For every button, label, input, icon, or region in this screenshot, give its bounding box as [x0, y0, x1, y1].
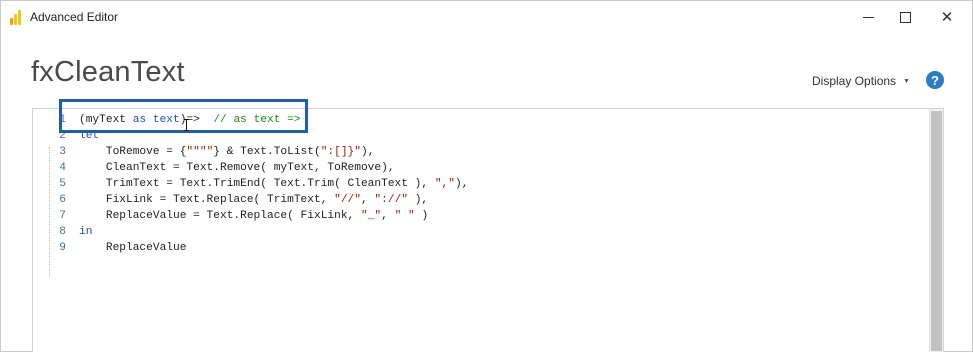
minimize-icon [862, 16, 874, 18]
code-text: ReplaceValue = Text.Replace( FixLink, "_… [79, 208, 428, 224]
maximize-button[interactable] [890, 5, 920, 29]
code-token-plain: CleanText = Text.Remove( myText, ToRemov… [79, 162, 395, 174]
code-token-plain: ReplaceValue = Text.Replace( FixLink, [79, 210, 361, 222]
close-icon: ✕ [940, 9, 954, 26]
code-editor[interactable]: 1 (myText as text)=> // as text => 2 let 3 T… [32, 108, 944, 352]
highlight-annotation-box [59, 99, 308, 133]
code-token-plain: TrimText = Text.TrimEnd( Text.Trim( Clea… [79, 178, 435, 190]
code-text: FixLink = Text.Replace( TrimText, "//", … [79, 192, 428, 208]
code-token-keyword: in [79, 226, 93, 238]
code-token-plain: ), [454, 178, 469, 190]
code-token-plain: , [360, 194, 375, 206]
code-token-plain: FixLink = Text.Replace( TrimText, [79, 194, 335, 206]
code-line[interactable]: 6 FixLink = Text.Replace( TrimText, "//"… [33, 192, 923, 208]
code-token-plain: ), [408, 194, 429, 206]
code-line[interactable]: 7 ReplaceValue = Text.Replace( FixLink, … [33, 208, 923, 224]
code-token-string: "," [434, 178, 455, 190]
code-line[interactable]: 9 ReplaceValue [33, 240, 923, 256]
help-icon[interactable]: ? [926, 71, 944, 89]
display-options-label: Display Options [812, 74, 897, 88]
code-token-string: """" [186, 146, 214, 158]
chevron-down-icon: ▼ [903, 77, 910, 85]
query-name-title: fxCleanText [31, 56, 185, 88]
code-token-plain: } & Text.ToList( [213, 146, 321, 158]
code-text: ReplaceValue [79, 240, 187, 256]
code-text: in [79, 224, 92, 240]
code-text: CleanText = Text.Remove( myText, ToRemov… [79, 160, 395, 176]
code-token-string: " " [394, 210, 415, 222]
code-line[interactable]: 4 CleanText = Text.Remove( myText, ToRem… [33, 160, 923, 176]
display-options-dropdown[interactable]: Display Options ▼ [812, 74, 910, 88]
code-token-string: "//" [334, 194, 361, 206]
scrollbar-thumb[interactable] [931, 111, 942, 351]
window-title: Advanced Editor [30, 10, 119, 24]
code-token-plain: ToRemove = { [79, 146, 187, 158]
title-bar[interactable]: Advanced Editor ✕ [1, 1, 972, 34]
vertical-scrollbar[interactable] [929, 109, 943, 352]
code-token-plain: , [381, 210, 395, 222]
power-bi-icon [10, 10, 23, 25]
text-cursor-icon [184, 119, 189, 131]
close-button[interactable]: ✕ [932, 5, 962, 29]
code-text: TrimText = Text.TrimEnd( Text.Trim( Clea… [79, 176, 469, 192]
indent-guide [49, 147, 50, 277]
maximize-icon [899, 11, 911, 23]
code-line[interactable]: 3 ToRemove = {""""} & Text.ToList(":[]}"… [33, 144, 923, 160]
code-token-plain: ) [414, 210, 429, 222]
code-line[interactable]: 5 TrimText = Text.TrimEnd( Text.Trim( Cl… [33, 176, 923, 192]
code-token-plain: ReplaceValue [79, 242, 187, 254]
code-token-plain: ), [361, 146, 375, 158]
code-token-string: "_" [360, 210, 382, 222]
advanced-editor-window: Advanced Editor ✕ fxCleanText Display Op… [0, 0, 973, 352]
minimize-button[interactable] [853, 5, 883, 29]
code-token-string: "://" [374, 194, 408, 206]
code-token-string: ":[]}" [320, 146, 361, 158]
code-text: ToRemove = {""""} & Text.ToList(":[]}"), [79, 144, 375, 160]
code-line[interactable]: 8 in [33, 224, 923, 240]
